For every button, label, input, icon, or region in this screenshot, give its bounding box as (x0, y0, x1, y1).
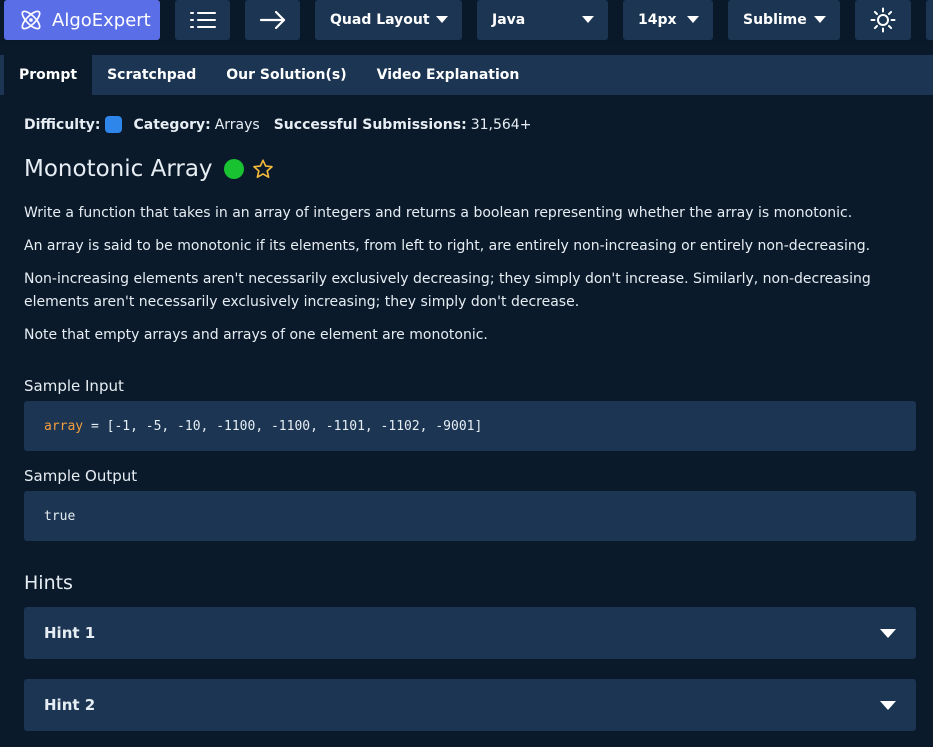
sample-input-heading: Sample Input (24, 377, 124, 395)
completed-status-icon (223, 159, 244, 179)
menu-list-button[interactable] (175, 0, 230, 40)
problem-title-row: Monotonic Array (24, 156, 274, 182)
list-icon (189, 10, 217, 30)
top-toolbar: AlgoExpert Quad Layout Java 14px Sublime (0, 0, 933, 46)
theme-toggle-button[interactable] (855, 0, 911, 40)
next-question-button[interactable] (245, 0, 300, 40)
code-variable: array (44, 418, 84, 434)
chevron-down-icon (880, 701, 896, 710)
sample-output-heading: Sample Output (24, 467, 138, 485)
language-dropdown-label: Java (492, 12, 526, 28)
sun-icon (870, 7, 896, 33)
font-size-dropdown-label: 14px (638, 12, 677, 28)
submissions-value: 31,564+ (470, 116, 532, 133)
hint-1-accordion[interactable]: Hint 1 (24, 607, 916, 659)
chevron-down-icon (880, 629, 896, 638)
prompt-paragraph: An array is said to be monotonic if its … (24, 238, 871, 254)
star-icon[interactable] (252, 158, 274, 180)
font-size-dropdown[interactable]: 14px (623, 0, 713, 40)
arrow-right-icon (259, 10, 287, 30)
chevron-down-icon (687, 16, 699, 23)
tab-prompt[interactable]: Prompt (4, 55, 93, 95)
prompt-paragraph: Non-increasing elements aren't necessari… (24, 271, 871, 310)
chevron-down-icon (814, 16, 826, 23)
logo-label: AlgoExpert (52, 9, 151, 31)
keymap-dropdown-label: Sublime (743, 12, 807, 28)
tab-scratchpad[interactable]: Scratchpad (92, 55, 211, 95)
hints-heading: Hints (24, 572, 73, 594)
submissions-label: Successful Submissions: (273, 116, 467, 133)
category-value: Arrays (214, 116, 260, 133)
panel-tabs: Prompt Scratchpad Our Solution(s) Video … (0, 55, 933, 95)
prompt-paragraph: Write a function that takes in an array … (24, 205, 853, 221)
chevron-down-icon (436, 16, 448, 23)
difficulty-label: Difficulty: (24, 116, 101, 133)
hint-label: Hint 2 (44, 696, 96, 714)
prompt-paragraph: Note that empty arrays and arrays of one… (24, 327, 488, 343)
code-value: = [-1, -5, -10, -1100, -1100, -1101, -11… (83, 418, 483, 434)
overflow-toolbar-button[interactable] (926, 0, 933, 40)
algoexpert-logo-button[interactable]: AlgoExpert (4, 0, 160, 40)
sample-output-code: true (24, 491, 916, 541)
layout-dropdown[interactable]: Quad Layout (315, 0, 462, 40)
category-label: Category: (133, 116, 211, 133)
keymap-dropdown[interactable]: Sublime (728, 0, 840, 40)
sample-input-code: array = [-1, -5, -10, -1100, -1100, -110… (24, 401, 916, 451)
hint-2-accordion[interactable]: Hint 2 (24, 679, 916, 731)
code-value: true (44, 508, 76, 524)
difficulty-indicator-icon (104, 116, 122, 133)
page-title: Monotonic Array (24, 156, 213, 182)
chevron-down-icon (582, 16, 594, 23)
layout-dropdown-label: Quad Layout (330, 12, 430, 28)
hint-label: Hint 1 (44, 624, 96, 642)
problem-meta: Difficulty: Category: Arrays Successful … (24, 116, 545, 133)
atom-logo-icon (18, 7, 44, 33)
tab-our-solutions[interactable]: Our Solution(s) (211, 55, 361, 95)
tab-video-explanation[interactable]: Video Explanation (362, 55, 535, 95)
language-dropdown[interactable]: Java (477, 0, 608, 40)
